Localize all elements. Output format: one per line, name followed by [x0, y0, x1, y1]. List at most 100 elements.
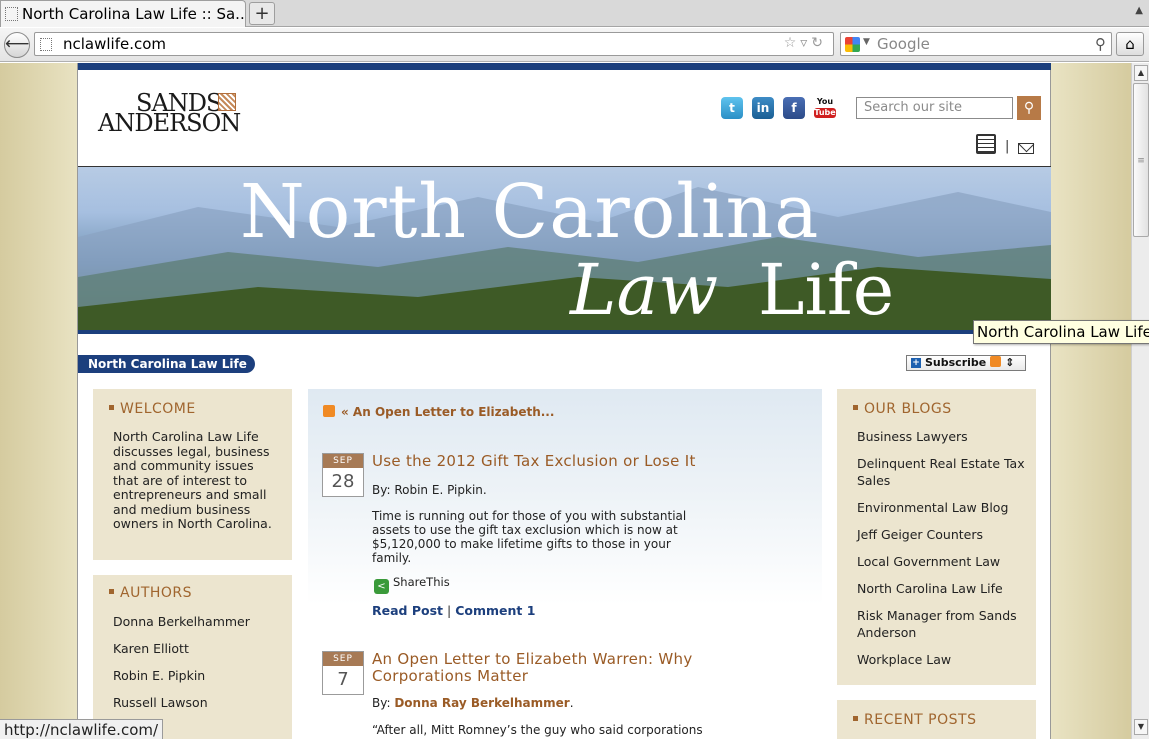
email-icon[interactable] [1018, 143, 1034, 154]
linkedin-icon[interactable]: in [752, 97, 774, 119]
author-link[interactable]: Robin E. Pipkin [113, 667, 250, 684]
blogs-list: Business Lawyers Delinquent Real Estate … [857, 428, 1027, 678]
welcome-heading: WELCOME [109, 401, 196, 417]
blog-link[interactable]: Environmental Law Blog [857, 499, 1027, 516]
banner-title-law: Law [570, 249, 719, 331]
our-blogs-box: OUR BLOGS Business Lawyers Delinquent Re… [837, 389, 1036, 685]
by-label: By: [372, 483, 391, 497]
page-container: SANDS ANDERSON t in f You Tube Search ou… [77, 63, 1051, 739]
author-link[interactable]: Karen Elliott [113, 640, 250, 657]
post-item: SEP 7 An Open Letter to Elizabeth Warren… [322, 651, 812, 739]
site-search-input[interactable]: Search our site [856, 97, 1013, 119]
bullet-square-icon [853, 405, 858, 410]
banner-title-life: Life [758, 249, 895, 331]
logo-line-2: ANDERSON [98, 109, 241, 137]
twitter-icon[interactable]: t [721, 97, 743, 119]
date-day: 28 [331, 471, 355, 492]
recent-posts-box: RECENT POSTS [837, 700, 1036, 739]
blog-title-pill[interactable]: North Carolina Law Life [78, 355, 255, 373]
welcome-text: North Carolina Law Life discusses legal,… [113, 429, 272, 531]
post-byline: By: Donna Ray Berkelhammer. [372, 696, 574, 710]
previous-post-text[interactable]: « An Open Letter to Elizabeth... [341, 405, 554, 419]
google-icon[interactable] [845, 37, 860, 52]
post-links: Read Post | Comment 1 [372, 603, 535, 618]
sands-anderson-logo[interactable]: SANDS ANDERSON [98, 89, 241, 139]
blog-link[interactable]: Risk Manager from Sands Anderson [857, 607, 1027, 641]
tab-strip: North Carolina Law Life :: Sa... + ▲ [0, 0, 1149, 27]
date-badge: SEP 28 [322, 453, 364, 497]
blog-link[interactable]: Local Government Law [857, 553, 1027, 570]
post-excerpt: “After all, Mitt Romney’s the guy who sa… [372, 723, 703, 737]
page-favicon-icon [5, 7, 18, 21]
site-identity-icon[interactable] [40, 38, 52, 51]
top-rule [78, 63, 1051, 70]
site-search-button[interactable]: ⚲ [1017, 96, 1041, 120]
share-this-button[interactable]: < ShareThis [374, 575, 450, 594]
search-engine-dropdown-icon[interactable]: ▼ [863, 37, 870, 47]
previous-post-link[interactable]: « An Open Letter to Elizabeth... [323, 405, 554, 419]
share-label: ShareThis [393, 575, 450, 589]
post-author-link[interactable]: Donna Ray Berkelhammer [394, 696, 569, 710]
post-excerpt: Time is running out for those of you wit… [372, 509, 687, 565]
tool-separator: | [1005, 139, 1010, 154]
home-button[interactable]: ⌂ [1116, 32, 1144, 56]
banner[interactable]: North Carolina Law Life [78, 167, 1051, 334]
author-link[interactable]: Donna Berkelhammer [113, 613, 250, 630]
bullet-square-icon [109, 589, 114, 594]
url-text[interactable]: nclawlife.com [63, 35, 166, 53]
post-byline: By: Robin E. Pipkin. [372, 483, 487, 497]
bullet-square-icon [853, 716, 858, 721]
subscribe-label: Subscribe [925, 356, 987, 369]
our-blogs-heading-text: OUR BLOGS [864, 401, 952, 417]
status-bar: http://nclawlife.com/ [0, 719, 164, 739]
navigation-toolbar: ⟵ nclawlife.com ☆▿↻ ▼ Google ⚲ ⌂ [0, 28, 1149, 62]
blog-link[interactable]: North Carolina Law Life [857, 580, 1027, 597]
dropdown-arrows-icon: ⇕ [1001, 356, 1015, 369]
scroll-down-arrow-icon[interactable]: ▼ [1134, 719, 1148, 735]
search-icon[interactable]: ⚲ [1095, 35, 1106, 53]
facebook-icon[interactable]: f [783, 97, 805, 119]
blog-link[interactable]: Business Lawyers [857, 428, 1027, 445]
authors-heading-text: AUTHORS [120, 585, 193, 601]
recent-posts-heading-text: RECENT POSTS [864, 712, 977, 728]
authors-box: AUTHORS Donna Berkelhammer Karen Elliott… [93, 575, 292, 739]
by-label: By: [372, 696, 391, 710]
date-day: 7 [337, 669, 349, 690]
blog-link[interactable]: Workplace Law [857, 651, 1027, 668]
scrollbar-thumb[interactable]: ≡ [1133, 83, 1149, 237]
link-separator: | [447, 603, 452, 618]
browser-tab[interactable]: North Carolina Law Life :: Sa... [0, 0, 246, 27]
read-post-link[interactable]: Read Post [372, 603, 443, 618]
print-icon[interactable] [976, 134, 996, 154]
scroll-up-arrow-icon[interactable]: ▲ [1134, 65, 1148, 81]
page-viewport: SANDS ANDERSON t in f You Tube Search ou… [0, 63, 1131, 739]
post-title-link[interactable]: An Open Letter to Elizabeth Warren: Why … [372, 651, 732, 685]
youtube-tube: Tube [814, 108, 836, 118]
bookmark-star-icon[interactable]: ☆▿↻ [784, 35, 827, 51]
author-link[interactable]: Russell Lawson [113, 694, 250, 711]
blog-link[interactable]: Delinquent Real Estate Tax Sales [857, 455, 1027, 489]
blog-link[interactable]: Jeff Geiger Counters [857, 526, 1027, 543]
date-month: SEP [323, 652, 363, 666]
share-icon: < [374, 579, 389, 594]
new-tab-button[interactable]: + [249, 2, 275, 25]
authors-list: Donna Berkelhammer Karen Elliott Robin E… [113, 613, 250, 721]
tab-list-arrow-icon[interactable]: ▲ [1135, 5, 1143, 16]
youtube-icon[interactable]: You Tube [814, 97, 836, 119]
vertical-scrollbar[interactable]: ▲ ≡ ▼ [1131, 63, 1149, 739]
author-suffix: . [569, 696, 574, 710]
rss-icon[interactable] [323, 405, 335, 417]
date-month: SEP [323, 454, 363, 468]
search-engine-placeholder[interactable]: Google [877, 35, 930, 53]
post-title-link[interactable]: Use the 2012 Gift Tax Exclusion or Lose … [372, 453, 732, 470]
browser-search-bar[interactable]: ▼ Google ⚲ [840, 32, 1112, 56]
welcome-heading-text: WELCOME [120, 401, 196, 417]
recent-posts-heading: RECENT POSTS [853, 712, 976, 728]
date-badge: SEP 7 [322, 651, 364, 695]
our-blogs-heading: OUR BLOGS [853, 401, 952, 417]
plus-icon: + [911, 358, 921, 368]
address-bar[interactable]: nclawlife.com ☆▿↻ [34, 32, 834, 56]
back-button[interactable]: ⟵ [4, 32, 30, 58]
comment-link[interactable]: Comment 1 [455, 603, 535, 618]
subscribe-button[interactable]: + Subscribe ⇕ [906, 355, 1026, 371]
